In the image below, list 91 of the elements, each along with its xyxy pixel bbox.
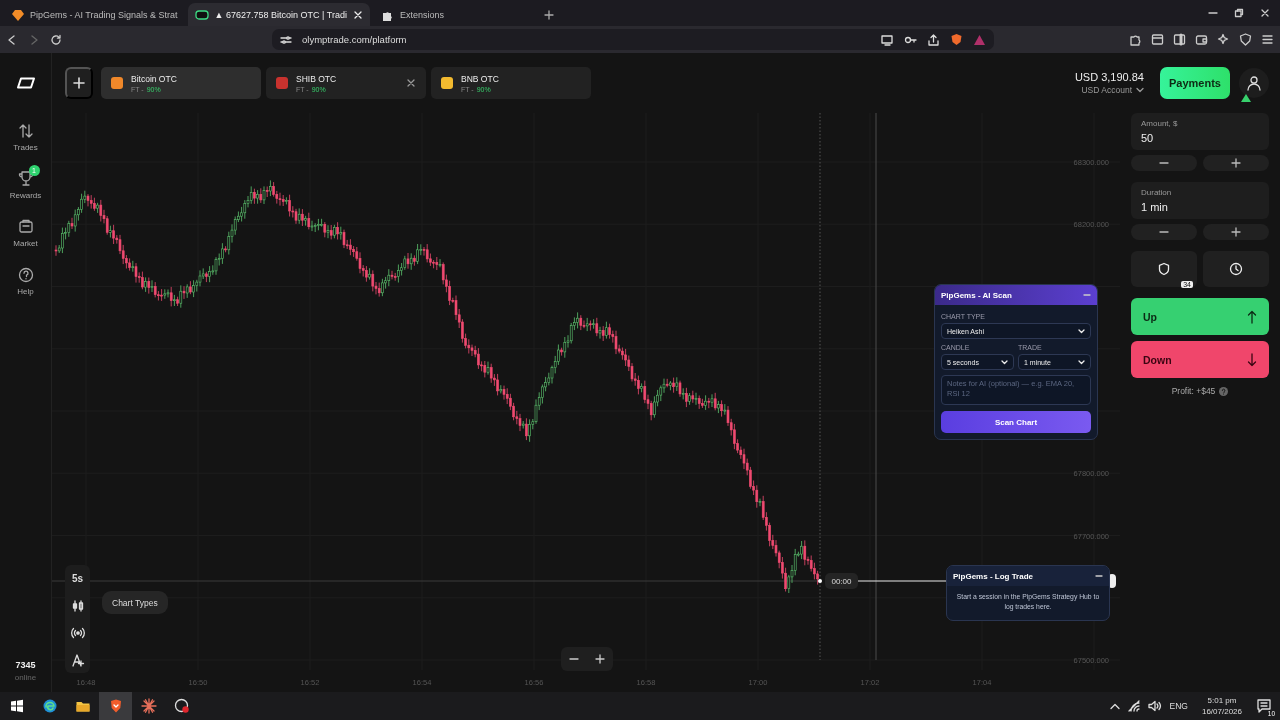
sidebar-icon[interactable] <box>1173 33 1186 46</box>
starburst-icon <box>140 698 157 714</box>
profit-label: Profit: +$45 <box>1171 386 1216 396</box>
timer-label: 00:00 <box>825 573 858 589</box>
share-icon[interactable] <box>927 33 940 46</box>
reader-icon[interactable] <box>1151 33 1164 46</box>
broadcast-icon[interactable] <box>70 625 85 640</box>
browser-icon <box>41 698 58 714</box>
language-indicator[interactable]: ENG <box>1169 701 1188 711</box>
minimize-icon[interactable] <box>1083 291 1091 299</box>
price-point <box>818 579 822 583</box>
logo-icon <box>15 77 36 89</box>
gem-icon <box>10 7 24 22</box>
browser-tab[interactable]: PipGems - AI Trading Signals & Strat <box>3 3 185 26</box>
interval-button[interactable]: 5s <box>65 565 90 592</box>
minimize-icon[interactable] <box>1095 572 1103 580</box>
user-icon <box>1246 75 1262 91</box>
online-label: online <box>14 673 37 682</box>
tooltip: Chart Types <box>102 591 168 614</box>
caret-icon <box>1078 359 1085 365</box>
browser-tab[interactable]: ▲ 67627.758 Bitcoin OTC | Tradi <box>187 3 370 26</box>
chevron-up-icon[interactable] <box>1109 702 1120 710</box>
puzzle-icon[interactable] <box>1129 33 1142 46</box>
plus-icon <box>1231 227 1241 237</box>
nav-label[interactable]: Help <box>17 287 34 296</box>
caret-icon <box>1001 359 1008 365</box>
zoom-in-icon[interactable] <box>595 654 605 664</box>
clock-date[interactable]: 16/07/2026 <box>1201 707 1242 716</box>
duration-field[interactable]: Duration 1 min <box>1131 182 1269 219</box>
panel-title: PipGems - AI Scan <box>941 290 1012 300</box>
field-label: Duration <box>1141 188 1173 197</box>
plus-icon <box>1231 158 1241 168</box>
site-icon <box>194 7 209 22</box>
drawing-tools-icon[interactable] <box>70 652 85 667</box>
clock-icon <box>1229 262 1243 276</box>
help-icon[interactable] <box>1219 386 1229 396</box>
scan-button[interactable]: Scan Chart <box>941 411 1091 433</box>
menu-icon[interactable] <box>1261 33 1274 46</box>
nav-label[interactable]: Trades <box>13 143 38 152</box>
wifi-icon[interactable] <box>1127 700 1140 712</box>
windows-icon[interactable] <box>9 699 24 713</box>
install-icon[interactable] <box>881 33 894 46</box>
account-balance: USD 3,190.84 <box>1074 71 1144 83</box>
triangle-icon[interactable] <box>973 33 986 46</box>
wallet-icon[interactable] <box>1195 33 1208 46</box>
chevron-down-icon[interactable] <box>1136 87 1144 93</box>
close-icon[interactable] <box>352 9 363 20</box>
field-label: Amount, $ <box>1141 119 1179 128</box>
field-value: 1 min <box>1141 201 1169 213</box>
reload-icon[interactable] <box>50 33 62 46</box>
clock-time[interactable]: 5:01 pm <box>1207 696 1237 705</box>
shield-icon[interactable] <box>950 33 963 46</box>
increase-button[interactable] <box>1203 155 1269 171</box>
asset-name: BNB OTC <box>461 73 500 84</box>
timer-button[interactable] <box>1203 251 1269 287</box>
asset-name: SHIB OTC <box>296 73 338 84</box>
caret-icon <box>1078 328 1085 334</box>
field-value: 50 <box>1141 132 1155 144</box>
nav-label[interactable]: Market <box>13 239 38 248</box>
tune-icon <box>280 33 292 46</box>
url-text: olymptrade.com/platform <box>302 34 408 45</box>
address-bar[interactable]: olymptrade.com/platform <box>272 29 994 50</box>
help-icon[interactable] <box>16 266 35 284</box>
volume-icon[interactable] <box>1147 700 1162 712</box>
payments-button[interactable]: Payments <box>1160 67 1230 99</box>
up-button[interactable]: Up <box>1131 298 1269 335</box>
add-asset-button[interactable] <box>65 67 93 99</box>
plus-icon[interactable] <box>543 10 554 20</box>
cart-icon[interactable] <box>16 218 35 236</box>
sparkle-icon[interactable] <box>1217 33 1230 46</box>
shield-icon <box>1157 262 1171 276</box>
restore-icon[interactable] <box>1234 8 1244 18</box>
status-icon <box>1241 94 1251 102</box>
record-icon <box>173 698 190 714</box>
browser-tab[interactable]: Extensions <box>372 3 533 26</box>
nav-label[interactable]: Rewards <box>9 191 42 200</box>
arrow-down-icon <box>1247 352 1257 367</box>
panel-title: PipGems - Log Trade <box>953 571 1033 581</box>
trophy-icon[interactable] <box>16 170 35 188</box>
close-icon[interactable] <box>1260 8 1270 18</box>
arrow-up-icon <box>1247 309 1257 324</box>
online-count: 7345 <box>15 660 36 670</box>
close-icon[interactable] <box>406 78 416 88</box>
amount-field[interactable]: Amount, $ 50 <box>1131 113 1269 150</box>
asset-name: Bitcoin OTC <box>131 73 178 84</box>
increase-button[interactable] <box>1203 224 1269 240</box>
plus-icon <box>73 77 85 89</box>
candles-icon[interactable] <box>70 598 85 613</box>
vpn-icon[interactable] <box>1239 33 1252 46</box>
down-button[interactable]: Down <box>1131 341 1269 378</box>
account-selector[interactable]: USD Account <box>1081 85 1132 95</box>
